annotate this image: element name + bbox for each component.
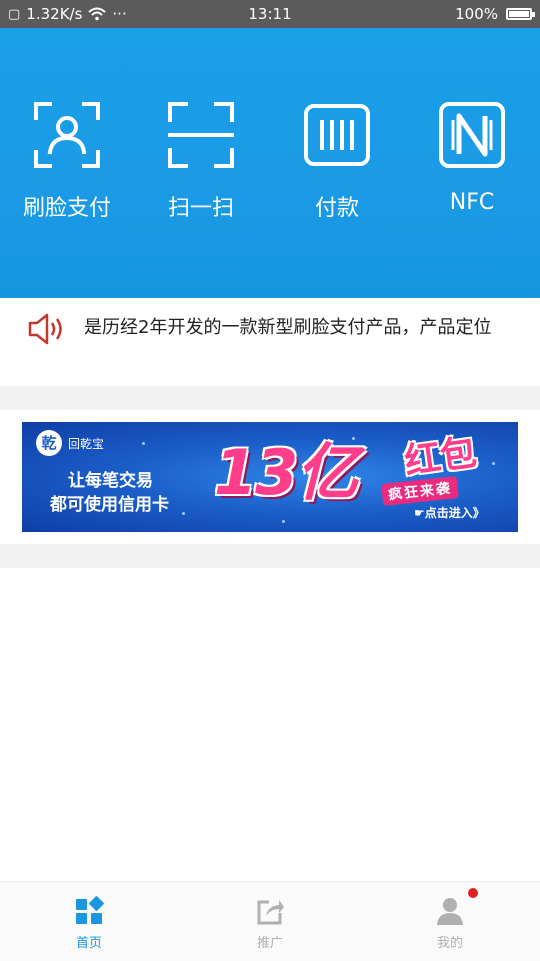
notification-dot	[468, 888, 478, 898]
user-icon	[437, 898, 463, 925]
logo-mark: 乾	[36, 430, 62, 456]
status-time: 13:11	[248, 5, 292, 23]
banner-subtitle: 疯狂来袭	[381, 476, 459, 506]
home-grid-icon	[76, 896, 104, 924]
bottom-tab-bar: 首页 推广 我的	[0, 881, 540, 961]
banner-line2: 都可使用信用卡	[50, 495, 169, 515]
action-label: 扫一扫	[167, 196, 234, 221]
hero-actions: 刷脸支付 扫一扫 付款 NFC	[0, 28, 540, 298]
speaker-icon	[28, 313, 62, 345]
section-divider	[0, 544, 540, 568]
sim-icon: ▢	[8, 6, 21, 22]
action-face-pay[interactable]: 刷脸支付	[7, 100, 127, 222]
barcode-pay-icon	[304, 104, 370, 166]
tab-label: 首页	[75, 936, 102, 951]
section-divider	[0, 386, 540, 410]
nfc-icon	[439, 102, 505, 168]
tab-label: 我的	[436, 936, 463, 951]
tab-promote[interactable]: 推广	[225, 896, 315, 951]
action-pay[interactable]: 付款	[277, 100, 397, 222]
wifi-icon	[88, 7, 107, 21]
sparkle	[492, 462, 495, 465]
banner-red-packet: 红包	[401, 432, 480, 483]
action-nfc[interactable]: NFC	[412, 100, 532, 215]
tab-home[interactable]: 首页	[44, 896, 134, 951]
banner-cta[interactable]: ☛点击进入》	[414, 504, 485, 521]
battery-icon	[506, 8, 536, 20]
scan-icon	[168, 102, 234, 168]
sparkle	[182, 512, 185, 515]
battery-percent: 100%	[455, 5, 499, 23]
banner-headline: 13亿	[214, 436, 358, 509]
logo-text: 回乾宝	[68, 436, 105, 451]
action-label: 刷脸支付	[22, 196, 111, 221]
sparkle	[142, 442, 145, 445]
sparkle	[282, 520, 285, 523]
status-right: 100%	[367, 5, 536, 23]
status-bar: ▢ 1.32K/s ··· 13:11 100%	[0, 0, 540, 28]
share-icon	[257, 900, 284, 925]
tab-mine[interactable]: 我的	[405, 896, 495, 951]
action-label: NFC	[449, 190, 495, 215]
network-speed: 1.32K/s	[26, 5, 83, 23]
battery-level	[509, 11, 530, 17]
notice-text: 是历经2年开发的一款新型刷脸支付产品，产品定位	[84, 317, 492, 338]
banner-logo: 乾 回乾宝	[36, 430, 104, 456]
notice-bar[interactable]: 是历经2年开发的一款新型刷脸支付产品，产品定位	[0, 298, 540, 358]
face-scan-icon	[34, 102, 100, 168]
banner-line1: 让每笔交易	[68, 471, 153, 491]
action-scan[interactable]: 扫一扫	[141, 100, 261, 222]
tab-label: 推广	[256, 936, 283, 951]
action-label: 付款	[314, 196, 359, 221]
more-indicator: ···	[112, 5, 127, 23]
status-left: ▢ 1.32K/s ···	[8, 5, 173, 23]
promo-banner[interactable]: 乾 回乾宝 让每笔交易 都可使用信用卡 13亿 红包 疯狂来袭 ☛点击进入》	[22, 422, 518, 532]
